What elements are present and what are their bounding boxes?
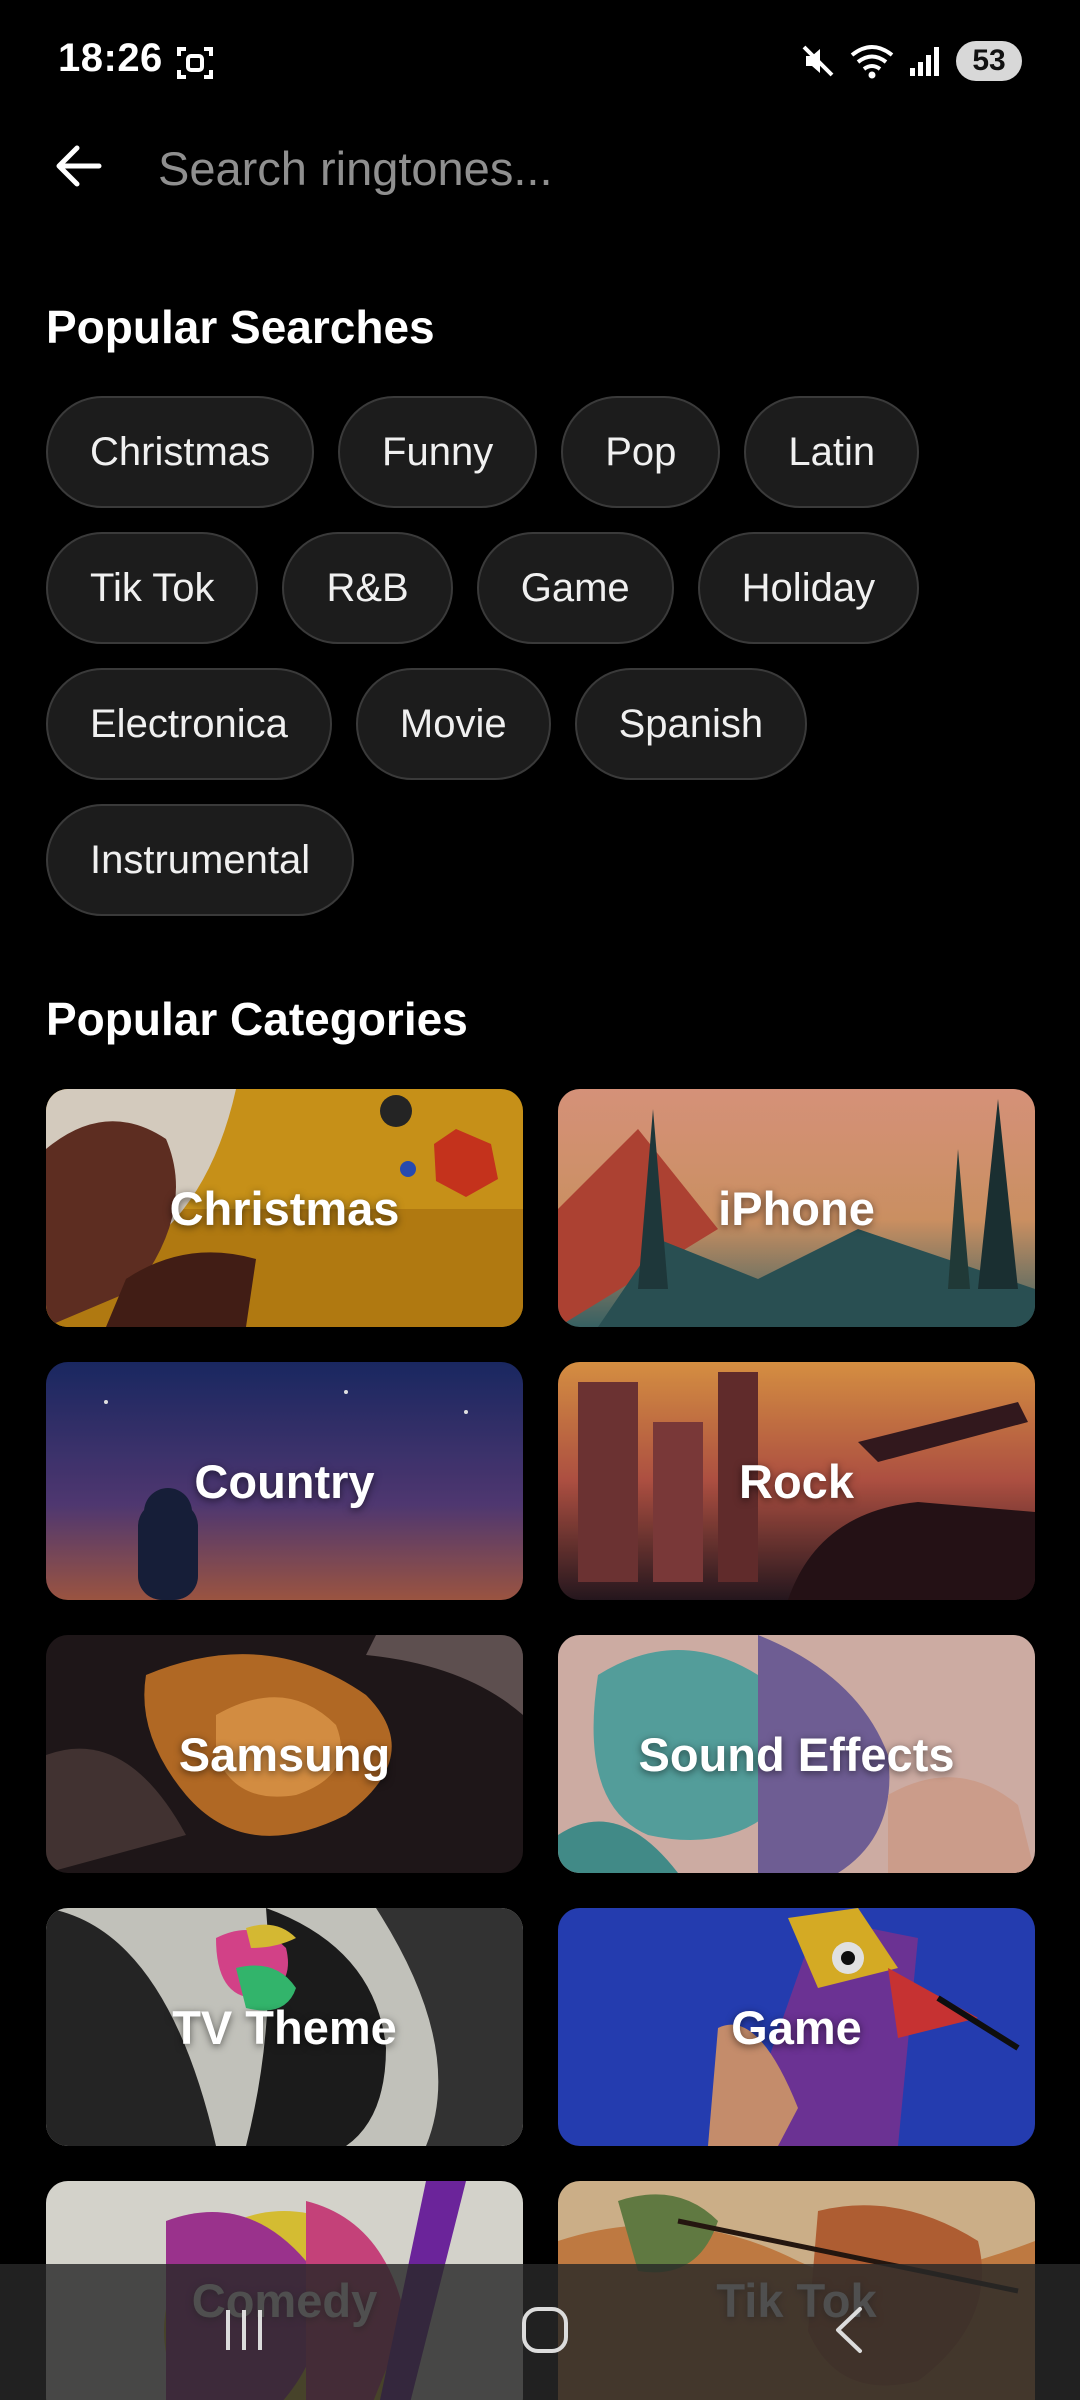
chip[interactable]: Spanish: [574, 668, 808, 780]
chip[interactable]: Instrumental: [46, 804, 355, 916]
category-card-label: TV Theme: [172, 2000, 397, 2054]
category-grid: Christmas iPhone Country Rock Samsung So…: [46, 1089, 1035, 2400]
category-card-label: Samsung: [178, 1727, 391, 1781]
category-card-christmas[interactable]: Christmas: [46, 1089, 523, 1327]
screen: 18:26 53 Search ringtones... Popular Sea…: [0, 0, 1080, 2400]
chip[interactable]: Pop: [561, 396, 721, 508]
chip[interactable]: Tik Tok: [46, 532, 259, 644]
chip[interactable]: Funny: [338, 396, 538, 508]
signal-icon: [908, 44, 942, 78]
battery-icon: 53: [956, 41, 1022, 81]
category-card-label: Country: [194, 1454, 375, 1508]
recent-apps-button[interactable]: [204, 2296, 284, 2368]
back-button[interactable]: [46, 136, 110, 200]
status-bar: 18:26 53: [0, 0, 1080, 124]
home-icon: [520, 2305, 570, 2360]
mute-icon: [800, 43, 836, 79]
search-input[interactable]: [158, 134, 1018, 202]
chip[interactable]: Electronica: [46, 668, 332, 780]
category-card-country[interactable]: Country: [46, 1362, 523, 1600]
search-header: [0, 124, 1080, 212]
category-card-iphone[interactable]: iPhone: [558, 1089, 1035, 1327]
system-nav-bar: [0, 2264, 1080, 2400]
chip[interactable]: Latin: [744, 396, 920, 508]
popular-searches-chips: Christmas Funny Pop Latin Tik Tok R&B Ga…: [46, 396, 1046, 916]
system-back-button[interactable]: [808, 2296, 888, 2368]
category-card-game[interactable]: Game: [558, 1908, 1035, 2146]
category-card-label: Game: [731, 2000, 862, 2054]
chip[interactable]: Holiday: [697, 532, 920, 644]
popular-categories-title: Popular Categories: [46, 993, 468, 1045]
recent-apps-icon: [220, 2306, 268, 2359]
category-card-samsung[interactable]: Samsung: [46, 1635, 523, 1873]
home-button[interactable]: [505, 2296, 585, 2368]
popular-searches-title: Popular Searches: [46, 301, 435, 353]
wifi-icon: [850, 43, 894, 79]
status-time: 18:26: [58, 36, 163, 80]
category-card-rock[interactable]: Rock: [558, 1362, 1035, 1600]
chip[interactable]: Game: [476, 532, 674, 644]
status-icons: 53: [800, 38, 1022, 84]
category-card-sound-effects[interactable]: Sound Effects: [558, 1635, 1035, 1873]
category-card-tv-theme[interactable]: TV Theme: [46, 1908, 523, 2146]
category-card-label: Rock: [739, 1454, 854, 1508]
arrow-left-icon: [53, 144, 103, 193]
back-icon: [830, 2305, 866, 2360]
chip[interactable]: R&B: [282, 532, 453, 644]
category-card-label: Christmas: [169, 1181, 400, 1235]
screenshot-icon: [176, 44, 214, 82]
category-card-label: iPhone: [718, 1181, 875, 1235]
chip[interactable]: Movie: [355, 668, 551, 780]
chip[interactable]: Christmas: [46, 396, 315, 508]
category-card-label: Sound Effects: [638, 1727, 955, 1781]
